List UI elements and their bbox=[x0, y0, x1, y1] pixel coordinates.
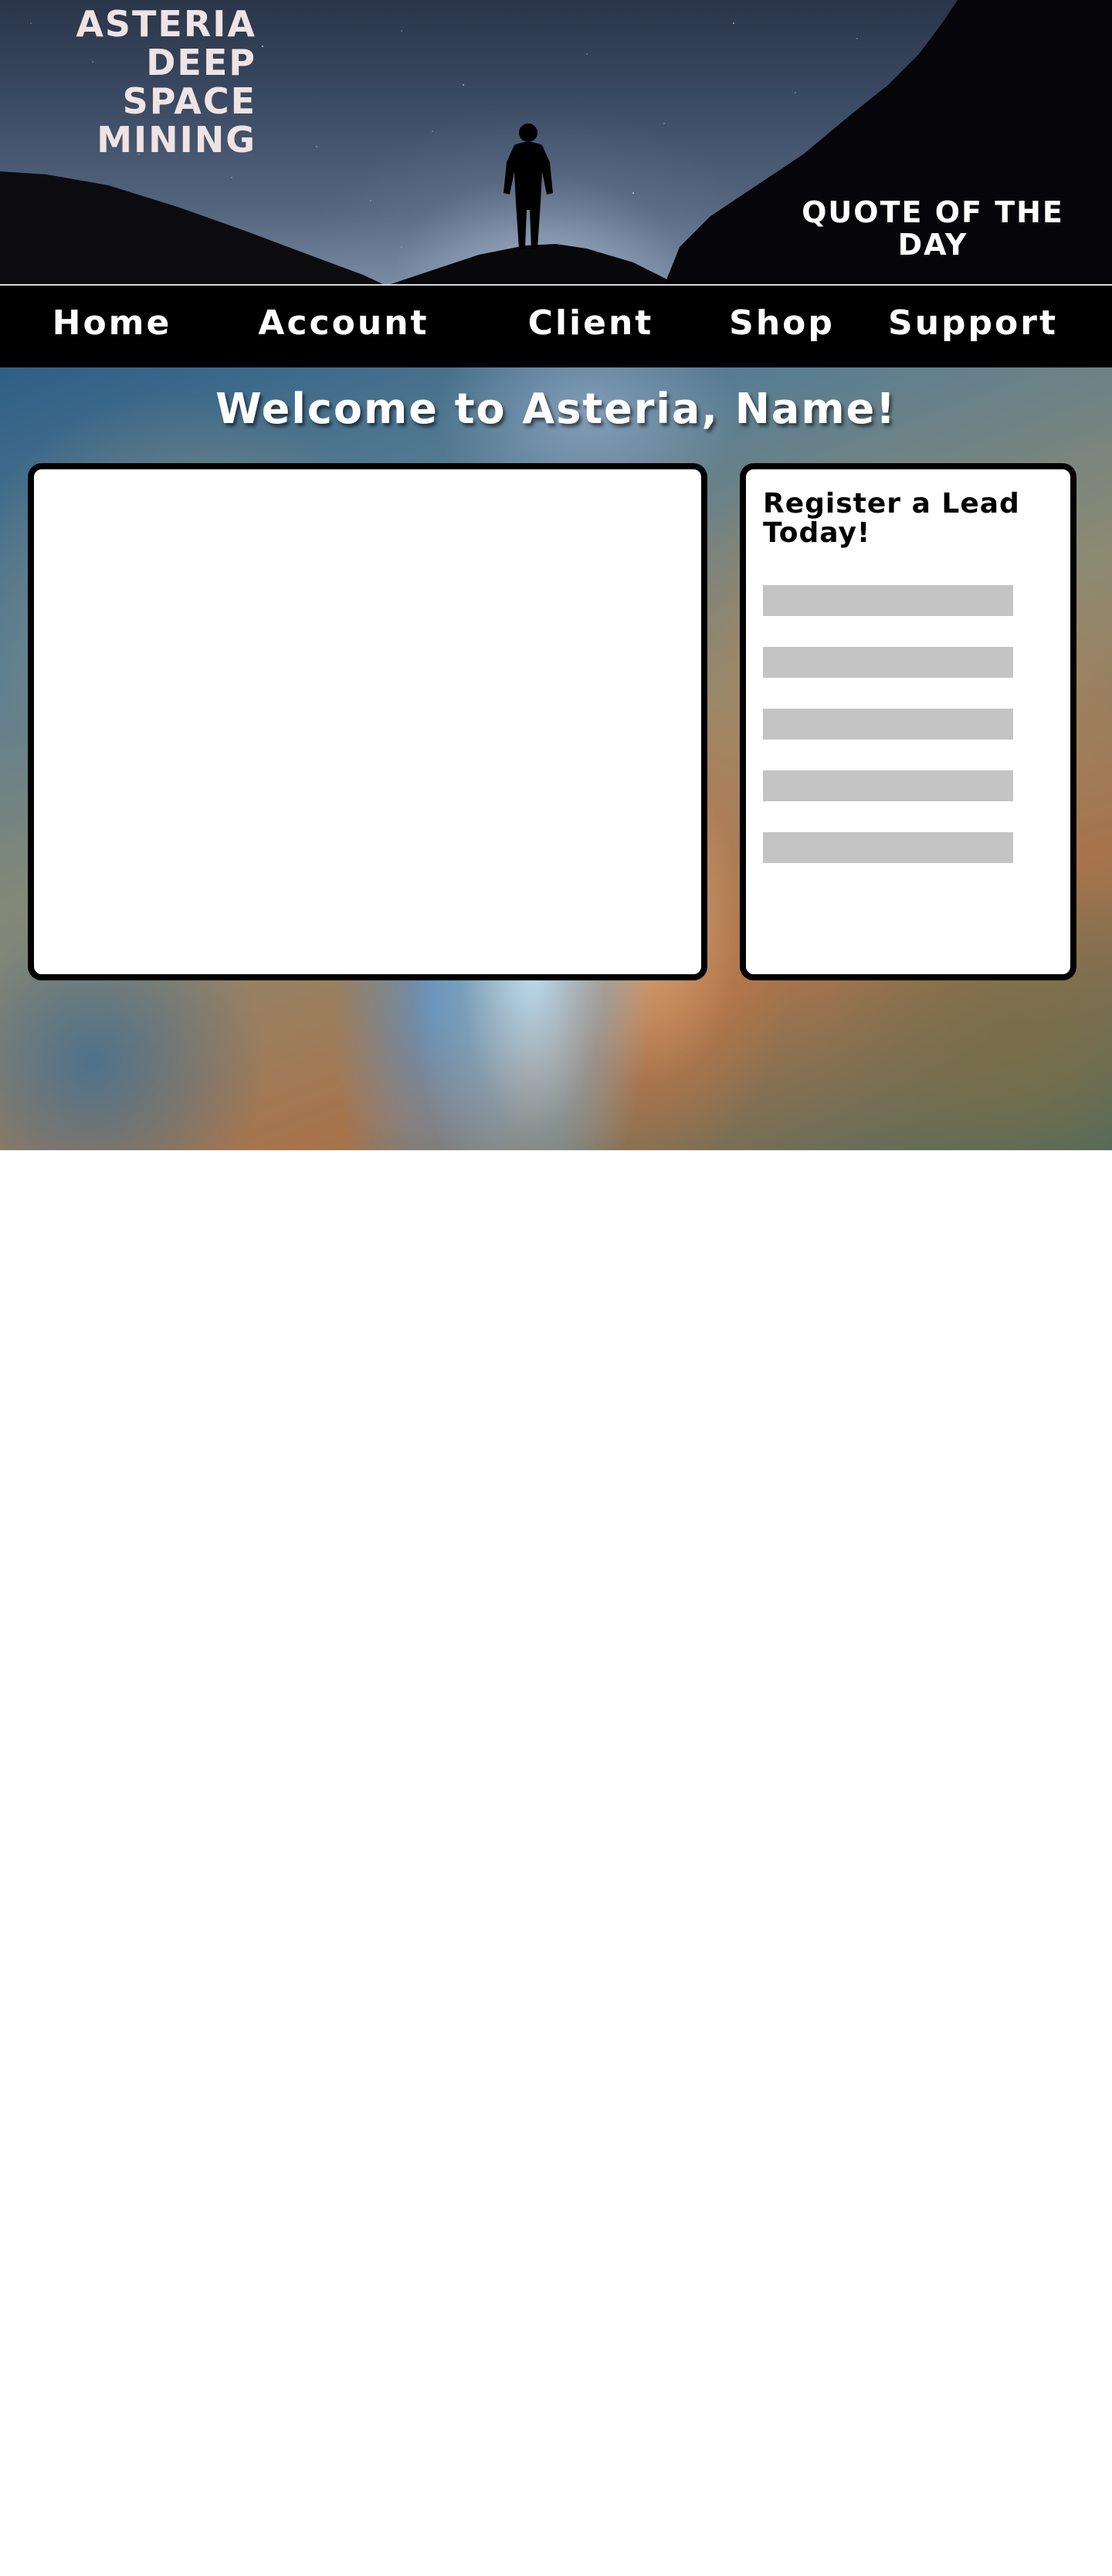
brand-logo-text: ASTERIA DEEP SPACE MINING bbox=[31, 5, 256, 159]
nav-shop[interactable]: Shop bbox=[699, 286, 865, 367]
nav-home[interactable]: Home bbox=[15, 286, 208, 367]
quote-of-the-day-heading: QUOTE OF THE DAY bbox=[802, 195, 1064, 262]
nav-account[interactable]: Account bbox=[224, 286, 463, 367]
astronaut-silhouette bbox=[503, 124, 553, 249]
nebula-content-area: Welcome to Asteria, Name! Register a Lea… bbox=[0, 367, 1112, 1150]
nav-client[interactable]: Client bbox=[494, 286, 687, 367]
main-content-card bbox=[28, 463, 707, 980]
nav-support[interactable]: Support bbox=[865, 286, 1081, 367]
lead-field-2[interactable] bbox=[763, 647, 1013, 678]
center-hill bbox=[386, 244, 680, 286]
left-ridge bbox=[0, 171, 386, 286]
lead-field-4[interactable] bbox=[763, 770, 1013, 801]
main-navigation: Home Account Client Shop Support bbox=[0, 286, 1112, 367]
header-banner: ASTERIA DEEP SPACE MINING QUOTE OF THE D… bbox=[0, 0, 1112, 286]
brand-line-2: DEEP bbox=[146, 42, 256, 83]
lead-field-5[interactable] bbox=[763, 832, 1013, 863]
register-lead-card: Register a Lead Today! bbox=[740, 463, 1076, 980]
welcome-heading: Welcome to Asteria, Name! bbox=[215, 384, 897, 433]
brand-line-1: ASTERIA bbox=[76, 3, 256, 45]
lead-field-1[interactable] bbox=[763, 585, 1013, 616]
lead-field-3[interactable] bbox=[763, 709, 1013, 740]
brand-line-3: SPACE bbox=[122, 80, 256, 122]
register-lead-title: Register a Lead Today! bbox=[763, 488, 1020, 549]
brand-line-4: MINING bbox=[97, 119, 256, 161]
